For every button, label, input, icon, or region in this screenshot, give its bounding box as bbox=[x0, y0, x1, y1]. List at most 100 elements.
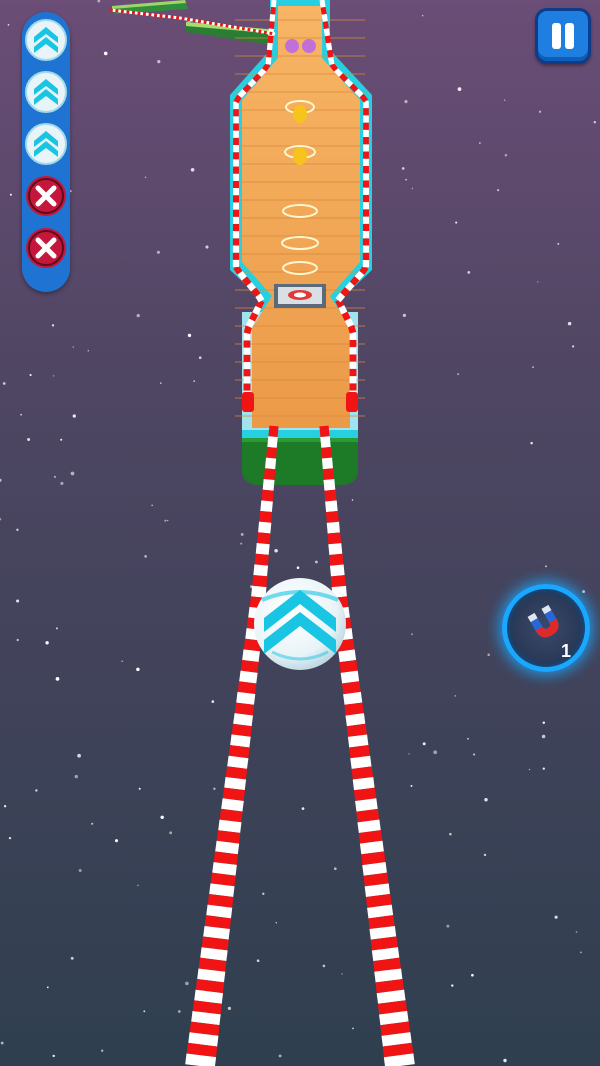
star bbox=[227, 1006, 232, 1011]
star bbox=[46, 986, 49, 989]
star bbox=[157, 59, 161, 64]
star bbox=[137, 884, 139, 887]
rail-segment bbox=[245, 628, 263, 641]
star bbox=[422, 742, 426, 746]
star bbox=[433, 750, 438, 755]
star bbox=[169, 831, 173, 835]
star bbox=[190, 168, 195, 172]
rail-segment bbox=[266, 49, 273, 58]
star bbox=[101, 1049, 104, 1052]
rail-segment bbox=[252, 73, 262, 83]
magnet-powerup-button[interactable]: 1 bbox=[502, 584, 590, 672]
rail-segment bbox=[225, 766, 248, 780]
rail-segment bbox=[216, 830, 241, 844]
star bbox=[60, 481, 64, 485]
star bbox=[205, 245, 209, 249]
rail-segment bbox=[208, 21, 213, 25]
star bbox=[580, 951, 582, 954]
rail-segment bbox=[334, 68, 343, 77]
rail-segment bbox=[345, 281, 355, 292]
rail-segment bbox=[245, 318, 255, 328]
star bbox=[352, 1027, 354, 1030]
rail-segment bbox=[219, 808, 243, 823]
rail-segment bbox=[321, 446, 332, 459]
rail-segment bbox=[200, 20, 204, 24]
star bbox=[503, 1058, 507, 1063]
rail-segment bbox=[341, 311, 351, 321]
rail-segment bbox=[268, 21, 275, 29]
star bbox=[211, 700, 215, 703]
life-active-3 bbox=[25, 123, 67, 165]
rail-segment bbox=[357, 819, 381, 834]
rail-segment bbox=[382, 1042, 414, 1058]
star bbox=[78, 869, 82, 872]
life-active-1 bbox=[25, 19, 67, 61]
rail-segment bbox=[222, 787, 245, 801]
star bbox=[275, 922, 278, 924]
star bbox=[408, 753, 410, 755]
star bbox=[35, 789, 38, 792]
rail-segment bbox=[207, 894, 234, 908]
rail-segment bbox=[262, 62, 271, 72]
rail-segment bbox=[186, 1042, 218, 1058]
close-icon bbox=[26, 176, 66, 216]
star bbox=[322, 964, 326, 968]
rail-segment bbox=[364, 883, 391, 897]
rail-segment bbox=[240, 659, 259, 673]
rail-segment bbox=[195, 19, 199, 23]
rail-segment bbox=[328, 56, 335, 65]
rail-segment bbox=[359, 840, 384, 855]
rail-segment bbox=[325, 511, 339, 523]
rail-segment bbox=[181, 16, 185, 21]
rail-segment bbox=[192, 1000, 222, 1015]
star bbox=[530, 441, 533, 445]
star bbox=[74, 774, 79, 779]
rail-segment bbox=[189, 1021, 220, 1036]
life-lost-1 bbox=[25, 175, 67, 217]
star bbox=[451, 984, 454, 987]
rail-segment bbox=[343, 691, 363, 705]
star bbox=[114, 839, 119, 843]
star bbox=[55, 627, 58, 630]
star bbox=[545, 565, 547, 568]
star bbox=[454, 695, 457, 697]
rail-segment bbox=[349, 276, 360, 286]
rail-segment bbox=[328, 543, 343, 556]
rail-segment bbox=[266, 446, 277, 459]
rail-segment bbox=[234, 702, 255, 716]
star bbox=[91, 822, 94, 825]
rail-segment bbox=[353, 787, 377, 801]
rail-segment bbox=[321, 457, 333, 470]
rail-segment bbox=[243, 638, 262, 652]
rail-segment bbox=[263, 468, 276, 480]
rail-segment bbox=[374, 968, 403, 983]
rail-segment bbox=[375, 979, 404, 994]
star bbox=[2, 382, 6, 385]
rail-segment bbox=[268, 425, 279, 438]
rail-segment bbox=[365, 893, 392, 908]
star bbox=[16, 528, 19, 531]
rail-segment bbox=[272, 32, 276, 36]
rail-segment bbox=[324, 489, 337, 502]
rail-segment bbox=[329, 564, 345, 577]
star bbox=[528, 768, 531, 771]
star bbox=[55, 677, 60, 681]
rail-segment bbox=[363, 872, 389, 887]
star bbox=[3, 805, 7, 808]
rail-segment bbox=[200, 947, 228, 962]
rail-segment bbox=[261, 489, 274, 502]
star bbox=[240, 532, 244, 536]
rail-segment bbox=[339, 660, 358, 673]
rail-segment bbox=[326, 49, 334, 58]
rail-segment bbox=[352, 777, 375, 791]
rail-segment bbox=[323, 28, 330, 37]
pause-button[interactable] bbox=[535, 8, 591, 64]
rail-segment bbox=[237, 681, 257, 695]
rail-segment bbox=[239, 670, 258, 684]
star bbox=[213, 787, 216, 790]
rail-segment bbox=[355, 798, 378, 812]
rail-segment bbox=[330, 575, 346, 588]
rail-segment bbox=[258, 521, 272, 534]
rail-segment bbox=[266, 42, 273, 51]
rail-segment bbox=[250, 28, 254, 32]
